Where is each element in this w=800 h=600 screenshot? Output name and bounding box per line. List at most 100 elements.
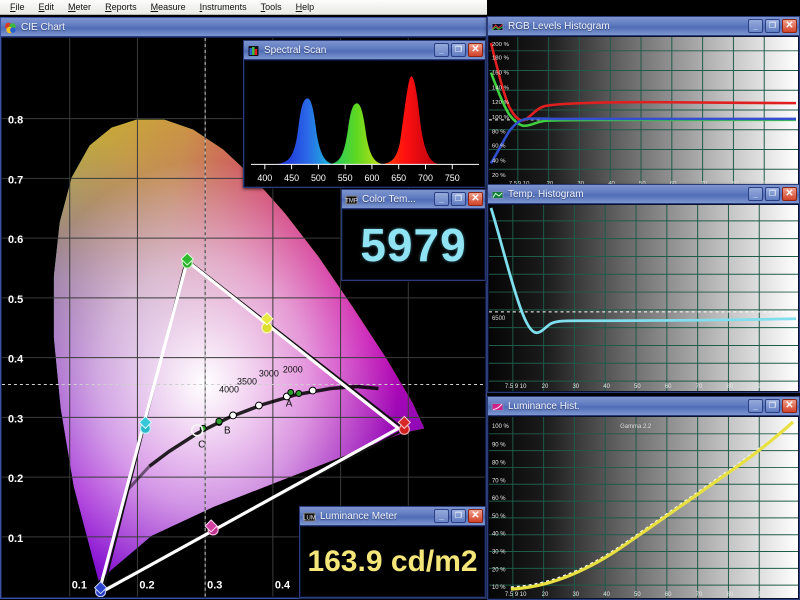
menu-item-reports[interactable]: Reports <box>98 1 144 14</box>
svg-text:10 %: 10 % <box>492 585 506 591</box>
window-controls-luminance-meter[interactable]: _ ❐ ✕ <box>434 509 483 523</box>
menu-item-file[interactable]: File <box>3 1 32 14</box>
window-rgb-levels-histogram[interactable]: RGB Levels Histogram _ ❐ ✕ 200 % 180 % 1… <box>487 16 800 189</box>
lum-icon: LUM <box>303 510 316 522</box>
maximize-button[interactable]: ❐ <box>765 187 780 201</box>
svg-text:70: 70 <box>696 592 703 598</box>
luminance-readout-area: 163.9 cd/m2 <box>301 527 484 596</box>
rgb-histogram-canvas: 200 % 180 % 160 % 140 % 120 % 100 % 80 %… <box>489 37 798 187</box>
color-temperature-readout-area: 5979 <box>343 210 484 279</box>
temp-histogram-canvas: 6500 7.5 9 10 20 30 40 50 60 70 80 90 <box>489 205 798 391</box>
window-luminance-histogram[interactable]: Luminance Hist. _ ❐ ✕ Gamma 2.2 100 % 90… <box>487 396 800 600</box>
temp-hist-icon <box>491 188 504 200</box>
desktop-background <box>487 0 800 16</box>
window-spectral-scan[interactable]: Spectral Scan _ ❐ ✕ 400 450 500 550 600 … <box>243 40 486 188</box>
titlebar-luminance-histogram[interactable]: Luminance Hist. _ ❐ ✕ <box>488 397 799 416</box>
close-button[interactable]: ✕ <box>468 192 483 206</box>
svg-text:80: 80 <box>726 384 733 390</box>
close-button[interactable]: ✕ <box>782 187 797 201</box>
svg-text:140 %: 140 % <box>492 85 510 91</box>
close-button[interactable]: ✕ <box>468 509 483 523</box>
titlebar-spectral-scan[interactable]: Spectral Scan _ ❐ ✕ <box>244 41 485 60</box>
menu-item-instruments[interactable]: Instruments <box>193 1 254 14</box>
maximize-button[interactable]: ❐ <box>451 43 466 57</box>
titlebar-luminance-meter[interactable]: LUM Luminance Meter _ ❐ ✕ <box>300 507 485 526</box>
svg-text:750: 750 <box>445 173 460 183</box>
svg-text:20: 20 <box>542 384 549 390</box>
window-controls-luminance-histogram[interactable]: _ ❐ ✕ <box>748 399 797 413</box>
menu-item-measure[interactable]: Measure <box>144 1 193 14</box>
close-button[interactable]: ✕ <box>468 43 483 57</box>
menu-item-meter[interactable]: Meter <box>61 1 98 14</box>
svg-text:50 %: 50 % <box>492 514 506 520</box>
spectral-scan-canvas: 400 450 500 550 600 650 700 750 <box>245 61 484 186</box>
svg-text:0.8: 0.8 <box>8 115 23 127</box>
window-controls-spectral-scan[interactable]: _ ❐ ✕ <box>434 43 483 57</box>
svg-text:120 %: 120 % <box>492 100 510 106</box>
minimize-button[interactable]: _ <box>748 19 763 33</box>
maximize-button[interactable]: ❐ <box>451 509 466 523</box>
svg-text:10: 10 <box>520 384 527 390</box>
window-controls-color-temperature[interactable]: _ ❐ ✕ <box>434 192 483 206</box>
svg-text:60: 60 <box>665 592 672 598</box>
lum-gamma-annotation: Gamma 2.2 <box>620 424 651 430</box>
svg-text:40: 40 <box>603 384 610 390</box>
window-controls-temp-histogram[interactable]: _ ❐ ✕ <box>748 187 797 201</box>
svg-text:0.6: 0.6 <box>8 234 23 246</box>
svg-text:100 %: 100 % <box>492 115 510 121</box>
window-color-temperature[interactable]: TMP Color Tem... _ ❐ ✕ 5979 <box>341 189 486 281</box>
svg-text:80 %: 80 % <box>492 460 506 466</box>
maximize-button[interactable]: ❐ <box>765 19 780 33</box>
titlebar-rgb-levels-histogram[interactable]: RGB Levels Histogram _ ❐ ✕ <box>488 17 799 36</box>
minimize-button[interactable]: _ <box>748 399 763 413</box>
luminance-histogram-canvas: Gamma 2.2 100 % 90 % 80 % 70 % 60 % 50 %… <box>489 417 798 598</box>
locus-label-3500: 3500 <box>237 377 257 387</box>
temp-histogram-plot: 6500 7.5 9 10 20 30 40 50 60 70 80 90 <box>489 205 798 391</box>
svg-text:0.3: 0.3 <box>207 580 222 592</box>
svg-text:7.5: 7.5 <box>505 384 514 390</box>
temp-x-axis-labels: 7.5 9 10 20 30 40 50 60 70 80 90 <box>505 384 765 390</box>
lum-x-axis-labels: 7.5 9 10 20 30 40 50 60 70 80 90 <box>505 592 765 598</box>
svg-text:90: 90 <box>757 592 764 598</box>
color-temperature-value: 5979 <box>360 218 467 271</box>
titlebar-color-temperature[interactable]: TMP Color Tem... _ ❐ ✕ <box>342 190 485 209</box>
menu-item-edit[interactable]: Edit <box>32 1 62 14</box>
minimize-button[interactable]: _ <box>434 509 449 523</box>
svg-text:70 %: 70 % <box>492 478 506 484</box>
svg-text:0.2: 0.2 <box>139 580 154 592</box>
menu-item-help[interactable]: Help <box>289 1 322 14</box>
svg-text:0.4: 0.4 <box>275 580 291 592</box>
temp-reference-label: 6500 <box>492 316 506 322</box>
close-button[interactable]: ✕ <box>782 399 797 413</box>
menu-item-tools[interactable]: Tools <box>254 1 289 14</box>
svg-text:90 %: 90 % <box>492 443 506 449</box>
svg-text:0.1: 0.1 <box>8 533 23 545</box>
window-luminance-meter[interactable]: LUM Luminance Meter _ ❐ ✕ 163.9 cd/m2 <box>299 506 486 598</box>
titlebar-temp-histogram[interactable]: Temp. Histogram _ ❐ ✕ <box>488 185 799 204</box>
titlebar-cie-chart[interactable]: CIE Chart <box>1 18 486 37</box>
window-controls-rgb-levels-histogram[interactable]: _ ❐ ✕ <box>748 19 797 33</box>
svg-text:LUM: LUM <box>303 516 316 522</box>
application-window: File Edit Meter Reports Measure Instrume… <box>0 0 800 600</box>
maximize-button[interactable]: ❐ <box>765 399 780 413</box>
window-title-color-temperature: Color Tem... <box>362 193 416 205</box>
window-temp-histogram[interactable]: Temp. Histogram _ ❐ ✕ 6500 7.5 9 10 20 3… <box>487 184 800 393</box>
spectral-scan-plot: 400 450 500 550 600 650 700 750 <box>245 61 484 186</box>
close-button[interactable]: ✕ <box>782 19 797 33</box>
minimize-button[interactable]: _ <box>434 43 449 57</box>
maximize-button[interactable]: ❐ <box>451 192 466 206</box>
svg-text:30 %: 30 % <box>492 550 506 556</box>
svg-text:20: 20 <box>542 592 549 598</box>
rgb-icon <box>491 20 504 32</box>
svg-text:30: 30 <box>572 592 579 598</box>
minimize-button[interactable]: _ <box>748 187 763 201</box>
svg-text:100 %: 100 % <box>492 424 510 430</box>
svg-text:600: 600 <box>365 173 380 183</box>
luminance-value: 163.9 cd/m2 <box>307 544 478 578</box>
minimize-button[interactable]: _ <box>434 192 449 206</box>
svg-text:160 %: 160 % <box>492 71 510 77</box>
svg-text:450: 450 <box>284 173 299 183</box>
spectrum-icon <box>247 44 260 56</box>
color-wheel-icon <box>4 21 17 34</box>
svg-text:80 %: 80 % <box>492 130 506 136</box>
